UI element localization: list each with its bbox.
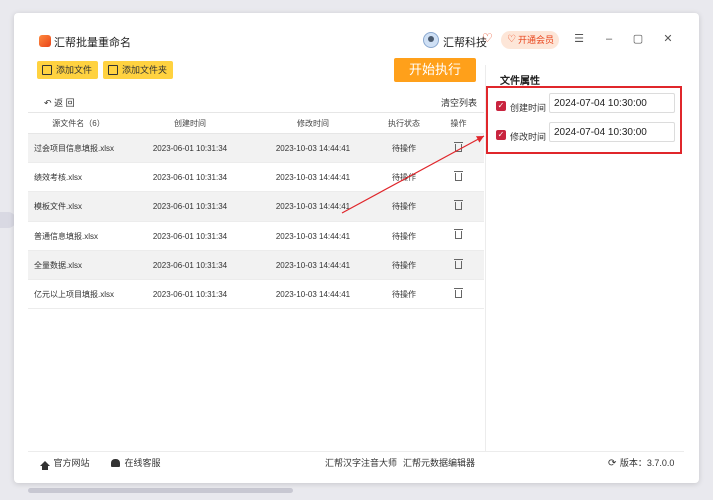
back-arrow-icon: ↶: [44, 98, 52, 108]
website-label: 官方网站: [53, 458, 90, 468]
add-file-label: 添加文件: [56, 65, 93, 75]
website-link[interactable]: 官方网站: [40, 456, 90, 470]
modified-label: 修改时间: [510, 132, 547, 142]
cell-modified: 2023-10-03 14:44:41: [275, 231, 351, 241]
cell-filename: 绩效考核.xlsx: [34, 173, 82, 183]
refresh-icon: ⟳: [608, 458, 617, 469]
trash-icon[interactable]: [454, 287, 463, 298]
back-label: 返 回: [54, 98, 75, 108]
trash-icon[interactable]: [454, 141, 463, 152]
cell-created: 2023-06-01 10:31:34: [152, 260, 228, 270]
add-folder-icon: [108, 65, 118, 75]
version-label: 版本：3.7.0.0: [619, 458, 675, 468]
table-row[interactable]: 模板文件.xlsx 2023-06-01 10:31:34 2023-10-03…: [28, 192, 484, 222]
cell-status: 待操作: [392, 144, 416, 153]
user-name[interactable]: 汇帮科技: [443, 34, 487, 50]
app-title: 汇帮批量重命名: [54, 37, 131, 49]
cell-status: 待操作: [392, 173, 416, 183]
cell-modified: 2023-10-03 14:44:41: [275, 289, 351, 299]
cell-filename: 全量数据.xlsx: [34, 260, 82, 270]
table-row[interactable]: 亿元以上项目填报.xlsx 2023-06-01 10:31:34 2023-1…: [28, 280, 484, 310]
header-status: 执行状态: [388, 119, 420, 128]
cell-created: 2023-06-01 10:31:34: [152, 231, 228, 241]
cell-filename: 普通信息填报.xlsx: [34, 231, 98, 241]
cell-created: 2023-06-01 10:31:34: [152, 202, 228, 212]
modified-time-input[interactable]: [549, 122, 675, 142]
app-logo-icon: [39, 35, 51, 47]
cell-created: 2023-06-01 10:31:34: [152, 173, 228, 183]
cell-operation: [433, 134, 484, 162]
cell-status: 待操作: [392, 260, 416, 270]
cell-modified: 2023-10-03 14:44:41: [275, 144, 351, 153]
version-info[interactable]: ⟳ 版本：3.7.0.0: [608, 456, 674, 469]
clear-list-button[interactable]: 清空列表: [441, 96, 477, 109]
maximize-icon[interactable]: ▢: [631, 32, 645, 46]
cell-operation: [433, 280, 484, 308]
cell-operation: [433, 163, 484, 191]
header-filename: 源文件名（6）: [52, 119, 105, 128]
background-scrollbar: [28, 488, 293, 493]
add-file-button[interactable]: 添加文件: [37, 61, 99, 79]
avatar-icon[interactable]: [423, 32, 439, 48]
service-icon: [111, 459, 120, 467]
table-header: 源文件名（6） 创建时间 修改时间 执行状态 操作: [28, 112, 484, 134]
table-row[interactable]: 普通信息填报.xlsx 2023-06-01 10:31:34 2023-10-…: [28, 222, 484, 251]
header-operation: 操作: [450, 119, 467, 128]
created-time-input[interactable]: [549, 93, 675, 113]
vip-heart-icon: ♡: [507, 34, 516, 45]
start-button[interactable]: 开始执行: [394, 58, 476, 82]
modified-checkbox[interactable]: ✓: [496, 130, 506, 140]
add-folder-button[interactable]: 添加文件夹: [103, 61, 174, 79]
title-bar: 汇帮批量重命名 汇帮科技 ♡ ♡ 开通会员 ☰ – ▢ ✕: [14, 13, 699, 53]
cell-created: 2023-06-01 10:31:34: [152, 289, 228, 299]
header-created: 创建时间: [174, 119, 206, 128]
footer-divider: [28, 451, 684, 452]
add-folder-label: 添加文件夹: [122, 65, 168, 75]
panel-title: 文件属性: [500, 76, 540, 87]
created-checkbox[interactable]: ✓: [496, 101, 506, 111]
trash-icon[interactable]: [454, 229, 463, 240]
header-modified: 修改时间: [297, 119, 329, 128]
back-button[interactable]: ↶ 返 回: [44, 96, 75, 109]
heart-icon: ♡: [482, 31, 493, 45]
trash-icon[interactable]: [454, 200, 463, 211]
cell-filename: 过会项目信息填报.xlsx: [34, 144, 114, 153]
home-icon: [40, 461, 50, 470]
cell-operation: [433, 192, 484, 220]
cell-operation: [433, 251, 484, 279]
cell-status: 待操作: [392, 202, 416, 212]
cell-created: 2023-06-01 10:31:34: [152, 144, 228, 153]
close-icon[interactable]: ✕: [661, 32, 675, 46]
cell-status: 待操作: [392, 289, 416, 299]
add-file-icon: [42, 65, 52, 75]
cell-modified: 2023-10-03 14:44:41: [275, 202, 351, 212]
cell-status: 待操作: [392, 231, 416, 241]
table-row[interactable]: 全量数据.xlsx 2023-06-01 10:31:34 2023-10-03…: [28, 250, 484, 280]
vip-button[interactable]: ♡ 开通会员: [501, 31, 559, 49]
table-body: 过会项目信息填报.xlsx 2023-06-01 10:31:34 2023-1…: [28, 134, 484, 310]
menu-icon[interactable]: ☰: [572, 32, 586, 46]
app-window: 汇帮批量重命名 汇帮科技 ♡ ♡ 开通会员 ☰ – ▢ ✕ 添加文件 添加文件夹…: [14, 13, 699, 483]
cell-filename: 亿元以上项目填报.xlsx: [34, 289, 114, 299]
vip-label: 开通会员: [518, 35, 555, 45]
cell-operation: [433, 222, 484, 250]
file-table: 源文件名（6） 创建时间 修改时间 执行状态 操作 过会项目信息填报.xlsx …: [28, 112, 484, 310]
cell-modified: 2023-10-03 14:44:41: [275, 173, 351, 183]
table-row[interactable]: 绩效考核.xlsx 2023-06-01 10:31:34 2023-10-03…: [28, 163, 484, 193]
service-label: 在线客服: [124, 458, 161, 468]
cell-filename: 模板文件.xlsx: [34, 202, 82, 212]
trash-icon[interactable]: [454, 258, 463, 269]
footer-link-zhuyin[interactable]: 汇帮汉字注音大师: [325, 456, 397, 469]
footer-link-metadata[interactable]: 汇帮元数据编辑器: [403, 456, 475, 469]
cell-modified: 2023-10-03 14:44:41: [275, 260, 351, 270]
created-label: 创建时间: [510, 103, 547, 113]
trash-icon[interactable]: [454, 171, 463, 182]
table-row[interactable]: 过会项目信息填报.xlsx 2023-06-01 10:31:34 2023-1…: [28, 134, 484, 164]
minimize-icon[interactable]: –: [602, 32, 616, 46]
service-link[interactable]: 在线客服: [111, 456, 161, 469]
